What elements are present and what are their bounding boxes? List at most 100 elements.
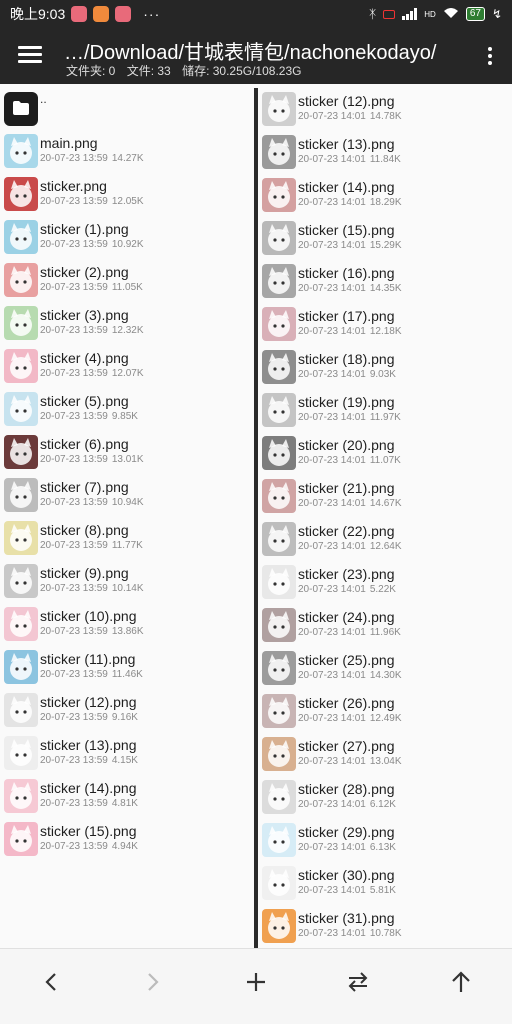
file-name: sticker (27).png — [298, 738, 395, 754]
file-name: sticker (10).png — [40, 608, 137, 624]
file-size: 13.04K — [369, 756, 402, 767]
file-row[interactable]: sticker (11).png 20-07-23 13:59 11.46K — [0, 646, 254, 689]
file-row[interactable]: sticker (22).png 20-07-23 14:01 12.64K — [258, 518, 512, 561]
file-row[interactable]: sticker (10).png 20-07-23 13:59 13.86K — [0, 603, 254, 646]
file-name: sticker (16).png — [298, 265, 395, 281]
menu-icon[interactable] — [18, 42, 42, 68]
right-file-pane[interactable]: sticker (12).png 20-07-23 14:01 14.78K stic… — [258, 88, 512, 948]
file-date: 20-07-23 14:01 — [298, 283, 366, 294]
file-row[interactable]: sticker (14).png 20-07-23 13:59 4.81K — [0, 775, 254, 818]
file-row[interactable]: sticker (20).png 20-07-23 14:01 11.07K — [258, 432, 512, 475]
parent-directory-label: .. — [40, 92, 47, 106]
file-meta: 20-07-23 13:59 11.05K — [40, 282, 147, 293]
file-row[interactable]: sticker (31).png 20-07-23 14:01 10.78K — [258, 905, 512, 948]
file-date: 20-07-23 13:59 — [40, 282, 108, 293]
image-thumbnail — [4, 220, 38, 254]
file-row[interactable]: sticker (25).png 20-07-23 14:01 14.30K — [258, 647, 512, 690]
file-row[interactable]: sticker (2).png 20-07-23 13:59 11.05K — [0, 259, 254, 302]
file-row[interactable]: sticker (1).png 20-07-23 13:59 10.92K — [0, 216, 254, 259]
file-meta: 20-07-23 13:59 13.86K — [40, 626, 148, 637]
file-row[interactable]: sticker (21).png 20-07-23 14:01 14.67K — [258, 475, 512, 518]
file-size: 12.49K — [369, 713, 402, 724]
file-meta: 20-07-23 14:01 6.12K — [298, 799, 400, 810]
more-notifications-icon: ··· — [143, 6, 161, 22]
file-meta: 20-07-23 13:59 11.46K — [40, 669, 147, 680]
image-thumbnail — [262, 393, 296, 427]
file-row[interactable]: sticker.png 20-07-23 13:59 12.05K — [0, 173, 254, 216]
file-row[interactable]: sticker (24).png 20-07-23 14:01 11.96K — [258, 604, 512, 647]
file-name: sticker (29).png — [298, 824, 395, 840]
file-row[interactable]: sticker (9).png 20-07-23 13:59 10.14K — [0, 560, 254, 603]
image-thumbnail — [262, 608, 296, 642]
file-meta: 20-07-23 13:59 10.14K — [40, 583, 148, 594]
file-meta: 20-07-23 14:01 11.07K — [298, 455, 405, 466]
file-date: 20-07-23 14:01 — [298, 885, 366, 896]
file-meta: 20-07-23 14:01 14.35K — [298, 283, 406, 294]
file-meta: 20-07-23 14:01 5.81K — [298, 885, 400, 896]
forward-button[interactable] — [138, 967, 168, 997]
file-name: sticker (21).png — [298, 480, 395, 496]
parent-directory-row[interactable]: .. — [0, 88, 254, 130]
file-row[interactable]: sticker (15).png 20-07-23 14:01 15.29K — [258, 217, 512, 260]
back-button[interactable] — [36, 967, 66, 997]
file-row[interactable]: sticker (27).png 20-07-23 14:01 13.04K — [258, 733, 512, 776]
file-row[interactable]: sticker (16).png 20-07-23 14:01 14.35K — [258, 260, 512, 303]
image-thumbnail — [4, 521, 38, 555]
overflow-menu-icon[interactable] — [486, 44, 494, 68]
file-size: 11.84K — [369, 154, 401, 165]
file-size: 4.15K — [111, 755, 138, 766]
file-row[interactable]: sticker (13).png 20-07-23 13:59 4.15K — [0, 732, 254, 775]
file-row[interactable]: sticker (15).png 20-07-23 13:59 4.94K — [0, 818, 254, 861]
file-date: 20-07-23 14:01 — [298, 197, 366, 208]
app-bar: …/Download/甘城表情包/nachonekodayo/ 文件夹: 0 文… — [0, 28, 512, 84]
left-file-pane[interactable]: .. main.png 20-07-23 13:59 14.27K sticker.p… — [0, 88, 254, 948]
file-size: 18.29K — [369, 197, 402, 208]
file-meta: 20-07-23 13:59 12.05K — [40, 196, 148, 207]
file-row[interactable]: sticker (28).png 20-07-23 14:01 6.12K — [258, 776, 512, 819]
file-row[interactable]: sticker (17).png 20-07-23 14:01 12.18K — [258, 303, 512, 346]
file-size: 15.29K — [369, 240, 402, 251]
file-size: 10.92K — [111, 239, 144, 250]
new-item-button[interactable] — [241, 967, 271, 997]
file-row[interactable]: sticker (19).png 20-07-23 14:01 11.97K — [258, 389, 512, 432]
file-row[interactable]: sticker (6).png 20-07-23 13:59 13.01K — [0, 431, 254, 474]
wifi-icon — [443, 7, 459, 22]
file-row[interactable]: sticker (14).png 20-07-23 14:01 18.29K — [258, 174, 512, 217]
file-row[interactable]: sticker (29).png 20-07-23 14:01 6.13K — [258, 819, 512, 862]
file-row[interactable]: sticker (18).png 20-07-23 14:01 9.03K — [258, 346, 512, 389]
file-row[interactable]: sticker (3).png 20-07-23 13:59 12.32K — [0, 302, 254, 345]
file-row[interactable]: sticker (7).png 20-07-23 13:59 10.94K — [0, 474, 254, 517]
file-name: sticker (20).png — [298, 437, 395, 453]
file-row[interactable]: sticker (12).png 20-07-23 14:01 14.78K — [258, 88, 512, 131]
file-meta: 20-07-23 14:01 12.18K — [298, 326, 406, 337]
file-row[interactable]: sticker (30).png 20-07-23 14:01 5.81K — [258, 862, 512, 905]
file-date: 20-07-23 13:59 — [40, 411, 108, 422]
file-row[interactable]: sticker (26).png 20-07-23 14:01 12.49K — [258, 690, 512, 733]
file-date: 20-07-23 14:01 — [298, 756, 366, 767]
file-row[interactable]: sticker (4).png 20-07-23 13:59 12.07K — [0, 345, 254, 388]
charging-icon: ↯ — [491, 7, 502, 21]
signal-icon — [402, 8, 418, 20]
file-date: 20-07-23 13:59 — [40, 454, 108, 465]
file-date: 20-07-23 13:59 — [40, 196, 108, 207]
file-row[interactable]: sticker (13).png 20-07-23 14:01 11.84K — [258, 131, 512, 174]
file-date: 20-07-23 13:59 — [40, 368, 108, 379]
file-row[interactable]: sticker (8).png 20-07-23 13:59 11.77K — [0, 517, 254, 560]
file-size: 11.77K — [111, 540, 143, 551]
file-size: 9.16K — [111, 712, 138, 723]
switch-pane-button[interactable] — [343, 967, 373, 997]
file-meta: 20-07-23 14:01 9.03K — [298, 369, 400, 380]
file-size: 12.18K — [369, 326, 402, 337]
app-notification-icon — [71, 6, 88, 22]
file-size: 11.96K — [369, 627, 401, 638]
file-name: sticker.png — [40, 178, 107, 194]
folder-count: 文件夹: 0 — [66, 64, 116, 78]
image-thumbnail — [4, 306, 38, 340]
file-size: 14.30K — [369, 670, 402, 681]
up-directory-button[interactable] — [446, 967, 476, 997]
file-row[interactable]: sticker (5).png 20-07-23 13:59 9.85K — [0, 388, 254, 431]
file-row[interactable]: sticker (23).png 20-07-23 14:01 5.22K — [258, 561, 512, 604]
file-row[interactable]: main.png 20-07-23 13:59 14.27K — [0, 130, 254, 173]
file-row[interactable]: sticker (12).png 20-07-23 13:59 9.16K — [0, 689, 254, 732]
file-name: sticker (19).png — [298, 394, 395, 410]
